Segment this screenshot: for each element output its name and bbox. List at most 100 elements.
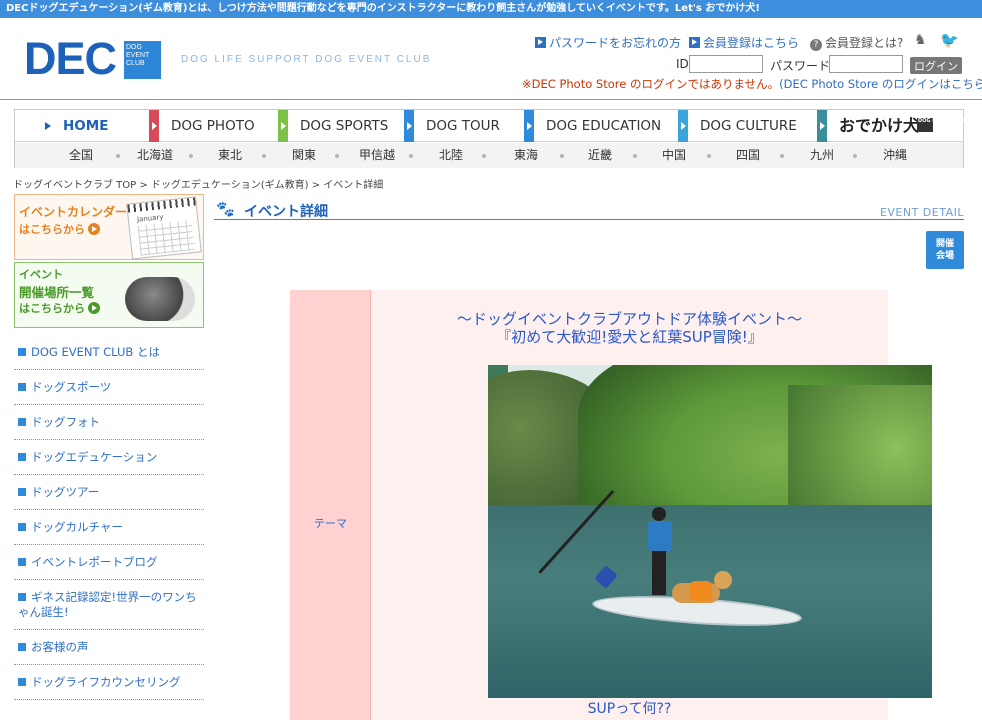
- side-item-label: イベントレポートブログ: [31, 555, 158, 569]
- question-icon: ?: [810, 39, 822, 51]
- page-heading: 🐾 イベント詳細 EVENT DETAIL: [214, 198, 964, 220]
- id-input[interactable]: [689, 55, 763, 73]
- logo-badge: DOG EVENT CLUB: [124, 41, 161, 79]
- odekake-badge: DOG EVENT CLUB: [917, 118, 967, 132]
- separator-dot: [560, 154, 564, 158]
- calendar-month: January: [136, 213, 164, 224]
- top-announcement-bar: DECドッグエデュケーション(ギム教育)とは、しつけ方法や問題行動などを専門のイ…: [0, 0, 982, 18]
- arrow-icon: [689, 37, 700, 48]
- forgot-password-link[interactable]: パスワードをお忘れの方: [535, 34, 681, 51]
- event-detail-table: テーマ 〜ドッグイベントクラブアウトドア体験イベント〜 『初めて大歓迎!愛犬と紅…: [290, 290, 932, 720]
- notice-text: ※DEC Photo Store のログインではありません。: [522, 77, 780, 91]
- side-item-culture[interactable]: ドッグカルチャー: [14, 510, 204, 545]
- side-item-education[interactable]: ドッグエデュケーション: [14, 440, 204, 475]
- page-title-en: EVENT DETAIL: [879, 206, 964, 219]
- nav-home[interactable]: HOME: [15, 110, 149, 142]
- nav-dog-culture-label: DOG CULTURE: [700, 118, 797, 134]
- side-item-counseling[interactable]: ドッグライフカウンセリング: [14, 665, 204, 700]
- calendar-icon: January: [126, 196, 202, 259]
- forgot-password-label: パスワードをお忘れの方: [549, 36, 682, 50]
- separator-dot: [482, 154, 486, 158]
- side-item-report-blog[interactable]: イベントレポートブログ: [14, 545, 204, 580]
- nav-dog-education-label: DOG EDUCATION: [546, 118, 662, 134]
- side-item-tour[interactable]: ドッグツアー: [14, 475, 204, 510]
- region-hokuriku[interactable]: 北陸: [439, 143, 463, 168]
- sup-photo: [488, 365, 932, 698]
- region-tohoku[interactable]: 東北: [218, 143, 242, 168]
- separator-dot: [409, 154, 413, 158]
- square-bullet-icon: [18, 523, 26, 531]
- nav-dog-culture[interactable]: DOG CULTURE: [678, 110, 817, 142]
- venue-list-banner[interactable]: イベント 開催場所一覧 はこちらから: [14, 262, 204, 328]
- tab-arrow-icon: [149, 110, 159, 142]
- nav-dog-photo[interactable]: DOG PHOTO: [149, 110, 278, 142]
- dec-logo[interactable]: DEC: [24, 36, 117, 81]
- square-bullet-icon: [18, 488, 26, 496]
- venue-banner-line3-text: はこちらから: [19, 302, 85, 315]
- side-item-photo[interactable]: ドッグフォト: [14, 405, 204, 440]
- paw-icon: 🐾: [216, 200, 235, 218]
- nav-dog-tour-label: DOG TOUR: [426, 118, 500, 134]
- side-item-voice[interactable]: お客様の声: [14, 630, 204, 665]
- photo-store-login-link[interactable]: (DEC Photo Store のログインはこちら): [779, 77, 982, 91]
- what-is-member-link[interactable]: ? 会員登録とは?: [810, 34, 903, 51]
- separator-dot: [633, 154, 637, 158]
- nav-dog-sports[interactable]: DOG SPORTS: [278, 110, 404, 142]
- separator-dot: [853, 154, 857, 158]
- nav-odekake[interactable]: おでかけ犬 DOG EVENT CLUB: [817, 110, 967, 142]
- event-calendar-banner[interactable]: January イベントカレンダー はこちらから: [14, 194, 204, 260]
- register-label: 会員登録はこちら: [703, 36, 800, 50]
- region-tokai[interactable]: 東海: [514, 143, 538, 168]
- nav-home-label: HOME: [63, 118, 109, 134]
- side-item-label: ドッグエデュケーション: [31, 450, 158, 464]
- sup-heading: SUPって何??: [587, 701, 672, 717]
- side-item-label: ドッグカルチャー: [31, 520, 123, 534]
- site-tagline: DOG LIFE SUPPORT DOG EVENT CLUB: [181, 54, 432, 65]
- logo-badge-line: CLUB: [126, 60, 145, 67]
- separator-dot: [780, 154, 784, 158]
- nav-dog-tour[interactable]: DOG TOUR: [404, 110, 524, 142]
- side-item-guinness[interactable]: ギネス記録認定!世界一のワンちゃん誕生!: [14, 580, 204, 630]
- what-is-member-label: 会員登録とは?: [825, 36, 904, 50]
- password-input[interactable]: [829, 55, 903, 73]
- dog-icon[interactable]: ♞: [914, 32, 927, 48]
- region-chugoku[interactable]: 中国: [662, 143, 686, 168]
- region-kinki[interactable]: 近畿: [588, 143, 612, 168]
- square-bullet-icon: [18, 593, 26, 601]
- theme-header-cell: テーマ: [290, 290, 371, 720]
- dog-photo-image: [125, 277, 195, 321]
- region-kyushu[interactable]: 九州: [810, 143, 834, 168]
- side-item-about[interactable]: DOG EVENT CLUB とは: [14, 335, 204, 370]
- side-item-label: ドッグツアー: [31, 485, 100, 499]
- venue-button[interactable]: 開催 会場: [926, 231, 964, 269]
- arrow-icon: [45, 122, 51, 130]
- nav-dog-education[interactable]: DOG EDUCATION: [524, 110, 678, 142]
- venue-banner-line2: 開催場所一覧: [19, 285, 95, 300]
- global-navigation: HOME DOG PHOTO DOG SPORTS DOG TOUR DOG E…: [14, 109, 967, 168]
- separator-dot: [262, 154, 266, 158]
- side-item-label: ドッグスポーツ: [31, 380, 112, 394]
- square-bullet-icon: [18, 348, 26, 356]
- region-koshinetsu[interactable]: 甲信越: [359, 143, 395, 168]
- region-shikoku[interactable]: 四国: [736, 143, 760, 168]
- region-okinawa[interactable]: 沖縄: [883, 143, 907, 168]
- breadcrumb[interactable]: ドッグイベントクラブ TOP > ドッグエデュケーション(ギム教育) > イベン…: [13, 176, 383, 191]
- region-kanto[interactable]: 関東: [292, 143, 316, 168]
- region-hokkaido[interactable]: 北海道: [137, 143, 173, 168]
- twitter-icon[interactable]: 🐦: [940, 31, 959, 49]
- arrow-circle-icon: [88, 223, 100, 235]
- event-calendar-sub-text: はこちらから: [19, 223, 85, 236]
- square-bullet-icon: [18, 643, 26, 651]
- region-zenkoku[interactable]: 全国: [69, 143, 93, 168]
- separator-dot: [189, 154, 193, 158]
- arrow-circle-icon: [88, 302, 100, 314]
- photo-store-notice: ※DEC Photo Store のログインではありません。(DEC Photo…: [522, 76, 982, 92]
- nav-dog-sports-label: DOG SPORTS: [300, 118, 389, 134]
- event-subtitle: 〜ドッグイベントクラブアウトドア体験イベント〜: [456, 310, 802, 328]
- login-button[interactable]: ログイン: [910, 57, 962, 74]
- nav-regions-row: 全国 北海道 東北 関東 甲信越 北陸 東海 近畿 中国 四国 九州 沖縄: [15, 143, 963, 168]
- side-item-sports[interactable]: ドッグスポーツ: [14, 370, 204, 405]
- register-link[interactable]: 会員登録はこちら: [689, 34, 799, 51]
- event-calendar-title: イベントカレンダー: [19, 205, 128, 219]
- separator-dot: [335, 154, 339, 158]
